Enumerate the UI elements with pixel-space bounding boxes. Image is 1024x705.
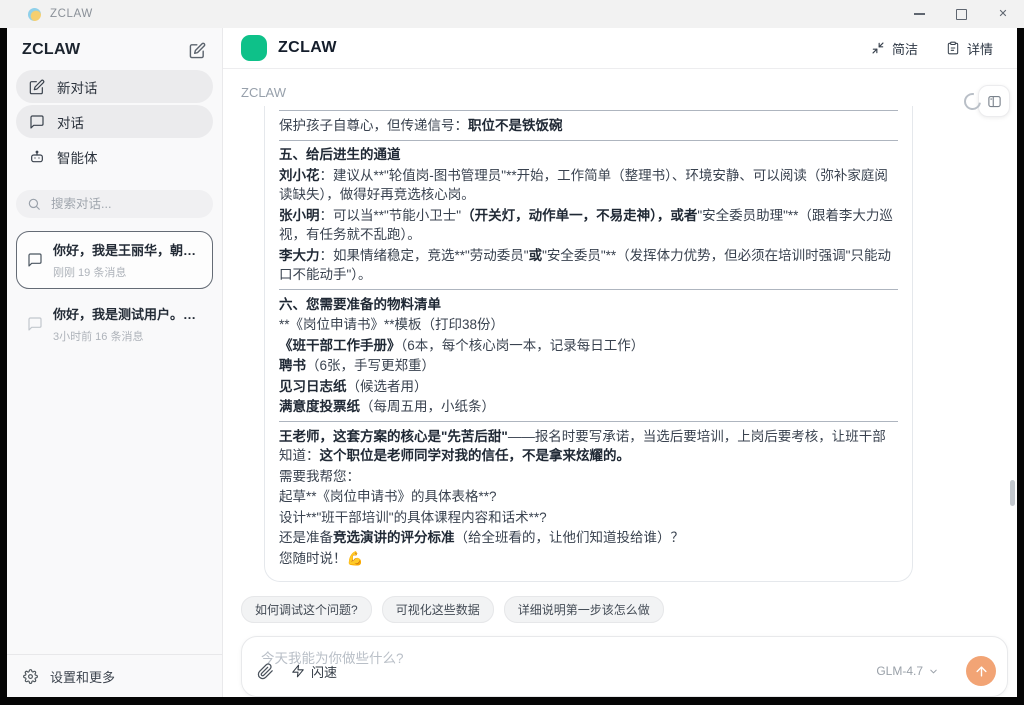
message-line: 还是准备竞选演讲的评分标准（给全班看的，让他们知道投给谁）？	[279, 528, 898, 549]
model-name: GLM-4.7	[876, 664, 923, 678]
message-line: 五、给后进生的通道	[279, 145, 898, 166]
conversation-meta: 3小时前 16 条消息	[53, 328, 202, 344]
settings-button[interactable]: 设置和更多	[7, 654, 222, 697]
assistant-message-bubble: 保护孩子自尊心，但传递信号：职位不是铁饭碗五、给后进生的通道刘小花：建议从**"…	[264, 106, 913, 582]
message-divider	[279, 289, 898, 290]
message-divider	[279, 140, 898, 141]
concise-label: 简洁	[892, 39, 918, 58]
main-panel: ZCLAW 简洁 详情 ZCLAW 保护孩子自尊心，但传递信号	[223, 28, 1017, 697]
conversation-list: 你好，我是王丽华，朝阳区... 刚刚 19 条消息你好，我是测试用户。请确... 3…	[16, 231, 213, 353]
sidebar-item-label: 智能体	[57, 147, 98, 167]
details-label: 详情	[967, 39, 993, 58]
sidebar-header: ZCLAW	[7, 28, 222, 70]
message-line: 《班干部工作手册》（6本，每个核心岗一本，记录每日工作）	[279, 335, 898, 356]
header-actions: 简洁 详情	[871, 39, 993, 58]
message-line: 设计**"班干部培训"的具体课程内容和话术**?	[279, 507, 898, 528]
flash-mode-button[interactable]: 闪速	[291, 662, 337, 681]
app-window: { "titlebar": { "app_name": "ZCLAW", "cl…	[0, 0, 1024, 705]
conversation-title: 你好，我是测试用户。请确...	[53, 304, 202, 323]
message-line: 聘书（6张，手写更郑重）	[279, 356, 898, 377]
window-controls: ✕	[898, 0, 1024, 28]
attachment-button[interactable]	[257, 663, 274, 680]
maximize-icon	[956, 9, 967, 20]
sidebar: ZCLAW 新对话对话智能体 你好，我是王丽华，朝阳区...刚刚 19 条消息你…	[7, 28, 223, 697]
message-divider	[279, 110, 898, 111]
conversation-title: 你好，我是王丽华，朝阳区...	[53, 240, 202, 259]
conversation-item[interactable]: 你好，我是测试用户。请确... 3小时前 16 条消息	[16, 295, 213, 353]
chat-icon	[29, 114, 45, 130]
search-input[interactable]	[49, 196, 202, 212]
message-line: 您随时说！💪	[279, 548, 898, 569]
chat-bubble-icon	[27, 252, 43, 268]
close-button[interactable]: ✕	[982, 0, 1024, 28]
toggle-panel-button[interactable]	[978, 85, 1010, 117]
suggestion-chips: 如何调试这个问题? 可视化这些数据详细说明第一步该怎么做	[241, 596, 1017, 623]
lightning-icon	[291, 664, 305, 678]
brand-title: ZCLAW	[278, 39, 337, 57]
message-divider	[279, 421, 898, 422]
chevron-down-icon	[928, 666, 939, 677]
sidebar-item-label: 新对话	[57, 77, 98, 97]
message-line: 需要我帮您：	[279, 466, 898, 487]
details-mode-button[interactable]: 详情	[946, 39, 993, 58]
message-line: **《岗位申请书》**模板（打印38份）	[279, 315, 898, 336]
suggestion-chip[interactable]: 可视化这些数据	[382, 596, 494, 623]
split-panel-icon	[987, 94, 1002, 109]
chat-header: ZCLAW 简洁 详情	[223, 28, 1017, 69]
floating-controls	[964, 85, 1010, 117]
close-icon: ✕	[998, 9, 1007, 20]
os-titlebar: ZCLAW ✕	[0, 0, 1024, 28]
chat-content: ZCLAW 保护孩子自尊心，但传递信号：职位不是铁饭碗五、给后进生的通道刘小花：…	[223, 69, 1017, 697]
sidebar-item-智能体[interactable]: 智能体	[16, 140, 213, 173]
flash-label: 闪速	[311, 662, 337, 681]
conversation-meta: 刚刚 19 条消息	[53, 264, 202, 280]
message-sender: ZCLAW	[241, 85, 1017, 100]
minimize-button[interactable]	[898, 0, 940, 28]
compress-icon	[871, 41, 885, 55]
suggestion-chip[interactable]: 详细说明第一步该怎么做	[504, 596, 664, 623]
message-composer: 闪速 GLM-4.7	[241, 636, 1008, 698]
model-selector[interactable]: GLM-4.7	[876, 664, 939, 678]
titlebar-app-name: ZCLAW	[50, 8, 93, 20]
send-button[interactable]	[966, 656, 996, 686]
settings-label: 设置和更多	[50, 667, 115, 686]
sidebar-nav: 新对话对话智能体	[7, 70, 222, 175]
clipboard-icon	[946, 41, 960, 55]
message-line: 起草**《岗位申请书》的具体表格**?	[279, 487, 898, 508]
minimize-icon	[914, 13, 925, 14]
message-line: 保护孩子自尊心，但传递信号：职位不是铁饭碗	[279, 115, 898, 136]
message-line: 刘小花：建议从**"轮值岗-图书管理员"**开始，工作简单（整理书）、环境安静、…	[279, 165, 898, 205]
message-line: 六、您需要准备的物料清单	[279, 294, 898, 315]
arrow-up-icon	[974, 664, 989, 679]
robot-icon	[29, 149, 45, 165]
brand-logo-icon	[241, 35, 267, 61]
sidebar-item-label: 对话	[57, 112, 84, 132]
maximize-button[interactable]	[940, 0, 982, 28]
message-line: 张小明：可以当**"节能小卫士"（开关灯，动作单一，不易走神），或者"安全委员助…	[279, 205, 898, 245]
app-logo-icon	[28, 8, 41, 21]
chat-bubble-icon	[27, 316, 43, 332]
message-line: 李大力：如果情绪稳定，竞选**"劳动委员"或"安全委员"**（发挥体力优势，但必…	[279, 245, 898, 285]
new-chat-icon[interactable]	[189, 42, 206, 59]
gear-icon	[23, 669, 38, 684]
sidebar-title: ZCLAW	[22, 41, 80, 59]
message-line: 满意度投票纸（每周五用，小纸条）	[279, 397, 898, 418]
suggestion-chip[interactable]: 如何调试这个问题?	[241, 596, 372, 623]
app-frame: ZCLAW 新对话对话智能体 你好，我是王丽华，朝阳区...刚刚 19 条消息你…	[7, 28, 1017, 697]
composer-toolbar: 闪速 GLM-4.7	[257, 656, 996, 686]
search-box[interactable]	[16, 190, 213, 218]
concise-mode-button[interactable]: 简洁	[871, 39, 918, 58]
sidebar-item-对话[interactable]: 对话	[16, 105, 213, 138]
sidebar-item-新对话[interactable]: 新对话	[16, 70, 213, 103]
compose-icon	[29, 79, 45, 95]
search-icon	[27, 197, 41, 211]
message-line: 王老师，这套方案的核心是"先苦后甜"——报名时要写承诺，当选后要培训，上岗后要考…	[279, 426, 898, 466]
message-line: 见习日志纸（候选者用）	[279, 376, 898, 397]
conversation-item[interactable]: 你好，我是王丽华，朝阳区... 刚刚 19 条消息	[16, 231, 213, 289]
scrollbar-thumb[interactable]	[1010, 480, 1015, 506]
